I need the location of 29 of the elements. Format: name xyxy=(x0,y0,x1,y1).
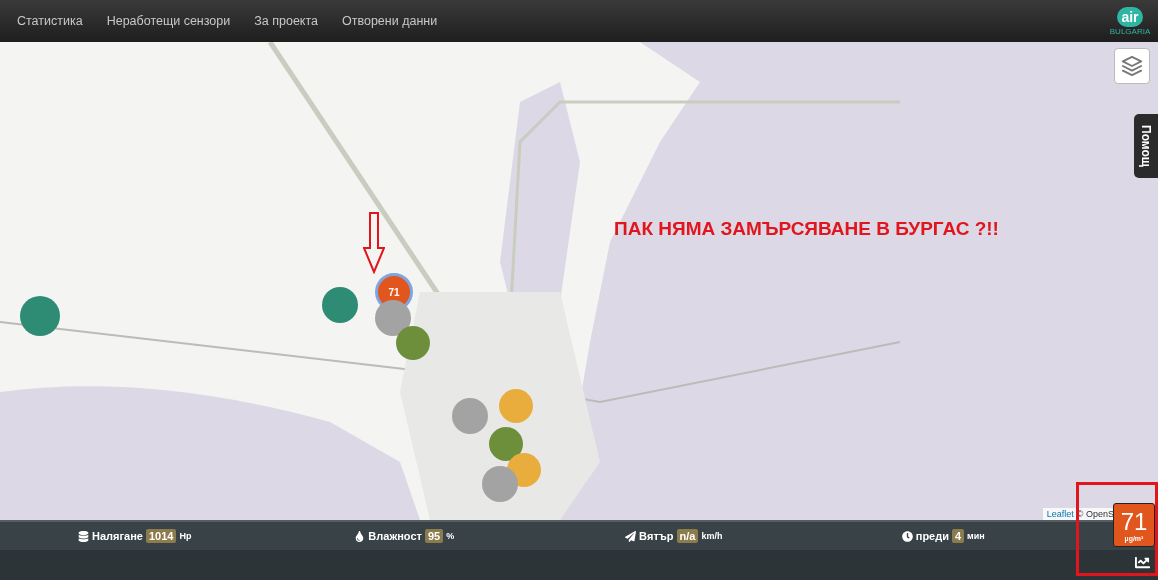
stat-value: 4 xyxy=(952,529,965,543)
stat-label: преди xyxy=(915,530,949,542)
stat-label: Налягане xyxy=(92,530,143,542)
layers-icon xyxy=(1121,55,1143,77)
stat-unit: мин xyxy=(967,531,985,541)
paper-plane-icon xyxy=(625,530,637,542)
nav-link[interactable]: Неработещи сензори xyxy=(106,14,231,28)
database-icon xyxy=(78,530,90,542)
stat-unit: km/h xyxy=(701,531,723,541)
nav-link[interactable]: Статистика xyxy=(17,14,83,28)
stat-value: n/a xyxy=(676,529,699,543)
clock-icon xyxy=(901,530,913,542)
stat-label: Вятър xyxy=(639,530,674,542)
chart-icon xyxy=(1135,555,1150,570)
drop-icon xyxy=(354,530,366,542)
stat-value: 95 xyxy=(424,529,444,543)
annotation-text: ПАК НЯМА ЗАМЪРСЯВАНЕ В БУРГАС ?!! xyxy=(614,218,999,240)
layers-button[interactable] xyxy=(1114,48,1150,84)
leaflet-link[interactable]: Leaflet xyxy=(1046,509,1074,519)
nav-link[interactable]: Отворени данни xyxy=(342,14,438,28)
help-tab[interactable]: Помощ xyxy=(1134,114,1158,178)
arrow-drawing xyxy=(363,212,385,274)
stat-label: Влажност xyxy=(368,530,422,542)
chart-button[interactable] xyxy=(1135,555,1150,570)
nav-link[interactable]: За проекта xyxy=(254,14,318,28)
stat-unit: Hp xyxy=(179,531,192,541)
logo[interactable]: air BULGARIA xyxy=(1108,6,1152,36)
stat-value: 1014 xyxy=(145,529,177,543)
stat-unit: % xyxy=(446,531,455,541)
